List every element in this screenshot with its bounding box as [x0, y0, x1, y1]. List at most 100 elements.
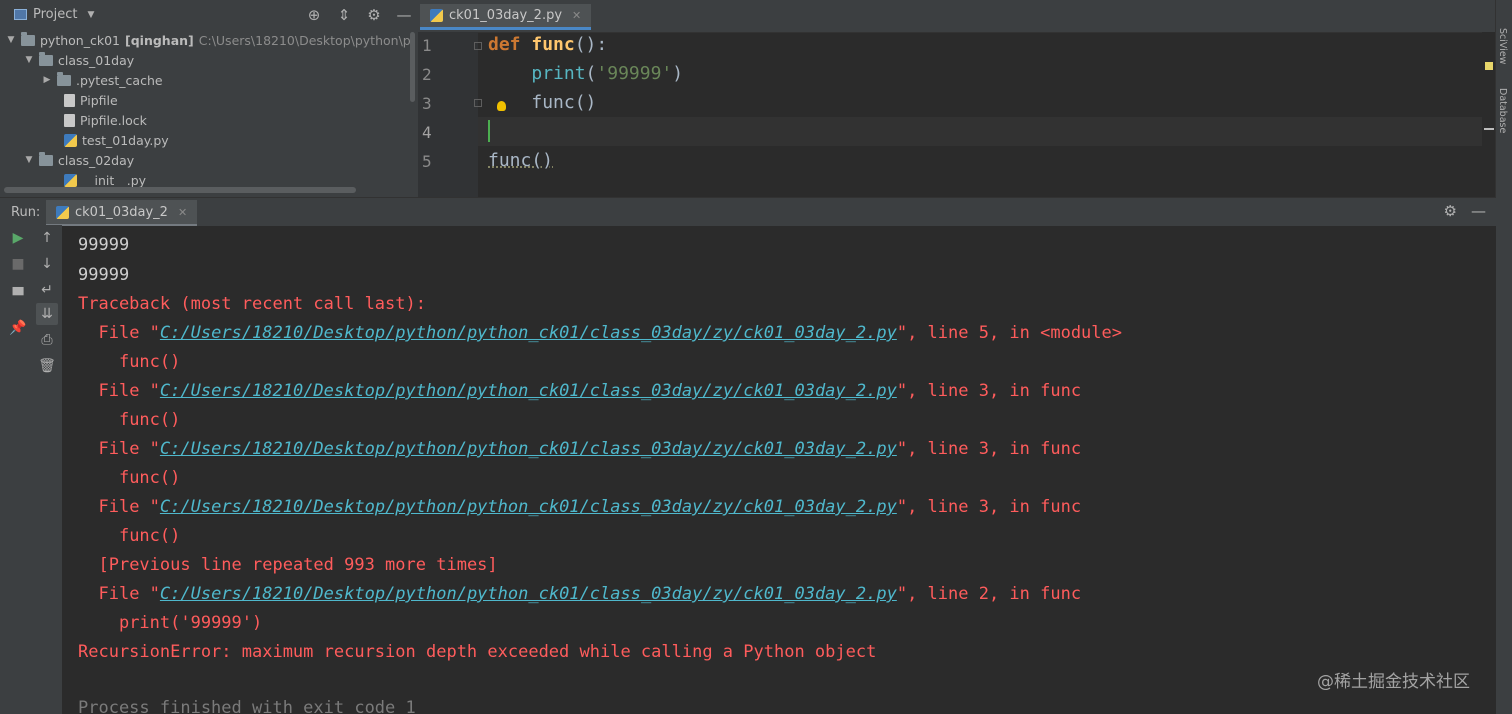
close-icon[interactable]: ✕: [178, 206, 187, 219]
collapsed-arrow-icon[interactable]: ▶: [42, 75, 52, 85]
tree-item-owner: [qinghan]: [125, 32, 194, 48]
project-view-selector[interactable]: Project ▼: [14, 7, 94, 22]
traceback-code-line: print('99999'): [78, 613, 262, 633]
locate-icon[interactable]: ⊕: [306, 6, 322, 24]
gear-icon[interactable]: ⚙: [1444, 202, 1457, 220]
repeated-note: [Previous line repeated 993 more times]: [98, 555, 498, 575]
layout-icon[interactable]: ▀: [7, 285, 29, 307]
traceback-code-line: func(): [78, 526, 180, 546]
fold-marker-icon[interactable]: [474, 42, 482, 50]
line-number-gutter: 1 2 3 4 5: [418, 32, 478, 197]
expanded-arrow-icon[interactable]: ▼: [24, 155, 34, 165]
tree-item-test-01day[interactable]: test_01day.py: [64, 130, 169, 150]
gear-icon[interactable]: ⚙: [366, 6, 382, 24]
exit-status: Process finished with exit code 1: [78, 698, 416, 714]
tree-item-label: Pipfile.lock: [80, 112, 147, 128]
tree-item-label: python_ck01: [40, 32, 120, 48]
expanded-arrow-icon[interactable]: ▼: [6, 35, 16, 45]
project-panel: Project ▼ ⊕ ⇕ ⚙ — ▼ python_ck01 [qinghan…: [0, 0, 418, 197]
close-icon[interactable]: ✕: [572, 9, 581, 22]
file-link[interactable]: C:/Users/18210/Desktop/python/python_ck0…: [160, 497, 897, 517]
database-tab[interactable]: Database: [1497, 88, 1508, 133]
current-line-highlight: [478, 117, 1496, 146]
code-token: func(): [531, 92, 597, 113]
tree-item-pipfile[interactable]: Pipfile: [64, 90, 118, 110]
line-number: 2: [422, 65, 432, 84]
code-line-1[interactable]: def func():: [488, 34, 607, 55]
tree-item-label: __init__.py: [82, 172, 147, 188]
traceback-suffix: ", line 5, in <module>: [896, 323, 1122, 343]
console-output[interactable]: 99999 99999 99999 Traceback (most recent…: [62, 225, 1496, 714]
tree-item-python-ck01[interactable]: ▼ python_ck01 [qinghan] C:\Users\18210\D…: [6, 32, 410, 50]
project-tree: ▼ python_ck01 [qinghan] C:\Users\18210\D…: [0, 32, 410, 187]
tree-item-init[interactable]: __init__.py: [64, 170, 146, 187]
editor-scrollbar[interactable]: [1482, 32, 1496, 197]
rerun-icon[interactable]: ▶: [7, 227, 29, 249]
keyword: def: [488, 34, 521, 55]
traceback-repeated-line: [Previous line repeated 993 more times]: [78, 555, 498, 575]
pin-icon[interactable]: 📌: [7, 317, 29, 339]
traceback-code: func(): [118, 410, 181, 430]
code-line-5[interactable]: func(): [488, 150, 553, 171]
fold-marker-icon[interactable]: [474, 99, 482, 107]
tree-item-pytest-cache[interactable]: ▶ .pytest_cache: [42, 70, 163, 90]
line-number: 4: [422, 123, 432, 142]
file-link[interactable]: C:/Users/18210/Desktop/python/python_ck0…: [160, 439, 897, 459]
file-link[interactable]: C:/Users/18210/Desktop/python/python_ck0…: [160, 381, 897, 401]
line-number: 1: [422, 36, 432, 55]
editor-tab-ck01-03day-2[interactable]: ck01_03day_2.py ✕: [420, 4, 592, 30]
traceback-code: func(): [118, 526, 181, 546]
console-line: 99999: [78, 225, 129, 229]
stop-icon[interactable]: ■: [7, 253, 29, 275]
soft-wrap-icon[interactable]: ↵: [36, 279, 58, 301]
traceback-code-line: func(): [78, 410, 180, 430]
run-toolbar: ▶ ■ ▀ 📌 ↑ ↓ ↵ ⇊ ⎙ 🗑: [0, 225, 62, 714]
run-tab-label: ck01_03day_2: [75, 204, 168, 220]
project-header: Project ▼ ⊕ ⇕ ⚙ —: [0, 0, 418, 32]
expanded-arrow-icon[interactable]: ▼: [24, 55, 34, 65]
python-file-icon: [430, 9, 443, 22]
run-header: Run: ck01_03day_2 ✕ ⚙ —: [0, 197, 1496, 226]
trash-icon[interactable]: 🗑: [36, 355, 58, 377]
arrow-up-icon[interactable]: ↑: [36, 227, 58, 249]
run-label: Run:: [11, 205, 41, 220]
scroll-marker[interactable]: [1484, 128, 1494, 130]
tree-item-label: class_01day: [58, 52, 135, 68]
traceback-suffix: ", line 3, in func: [896, 439, 1082, 459]
traceback-code-line: func(): [78, 352, 180, 372]
watermark: @稀土掘金技术社区: [1317, 672, 1470, 692]
minimize-icon[interactable]: —: [396, 6, 412, 24]
tree-horizontal-scrollbar[interactable]: [4, 187, 356, 193]
file-icon: [64, 93, 75, 107]
traceback-prefix: File ": [98, 381, 160, 401]
tree-item-class-02day[interactable]: ▼ class_02day: [24, 150, 134, 170]
traceback-suffix: ", line 3, in func: [896, 381, 1082, 401]
warning-marker-icon[interactable]: [1485, 62, 1493, 70]
traceback-header: Traceback (most recent call last):: [78, 294, 426, 314]
file-link[interactable]: C:/Users/18210/Desktop/python/python_ck0…: [160, 584, 897, 604]
code-line-2[interactable]: print('99999'): [488, 63, 683, 84]
python-file-icon: [64, 133, 77, 147]
collapse-all-icon[interactable]: ⇕: [336, 6, 352, 24]
traceback-file-line: File "C:/Users/18210/Desktop/python/pyth…: [78, 381, 1081, 401]
arrow-down-icon[interactable]: ↓: [36, 253, 58, 275]
tree-item-label: .pytest_cache: [76, 72, 163, 88]
editor-tab-label: ck01_03day_2.py: [449, 8, 563, 23]
scroll-to-end-icon[interactable]: ⇊: [36, 303, 58, 325]
code-token: ():: [574, 34, 608, 55]
traceback-prefix: File ": [98, 497, 160, 517]
function-name: func: [531, 34, 575, 55]
traceback-suffix: ", line 3, in func: [896, 497, 1082, 517]
lightbulb-icon[interactable]: [497, 101, 506, 111]
tree-vertical-scrollbar[interactable]: [410, 32, 415, 102]
traceback-file-line: File "C:/Users/18210/Desktop/python/pyth…: [78, 439, 1081, 459]
tree-item-pipfile-lock[interactable]: Pipfile.lock: [64, 110, 147, 130]
folder-icon: [21, 32, 35, 46]
sciview-tab[interactable]: SciView: [1497, 28, 1508, 64]
minimize-icon[interactable]: —: [1471, 202, 1486, 220]
tree-item-class-01day[interactable]: ▼ class_01day: [24, 50, 134, 70]
file-link[interactable]: C:/Users/18210/Desktop/python/python_ck0…: [160, 323, 897, 343]
run-tab-ck01-03day-2[interactable]: ck01_03day_2 ✕: [46, 200, 198, 226]
print-icon[interactable]: ⎙: [36, 329, 58, 351]
line-number: 5: [422, 152, 432, 171]
